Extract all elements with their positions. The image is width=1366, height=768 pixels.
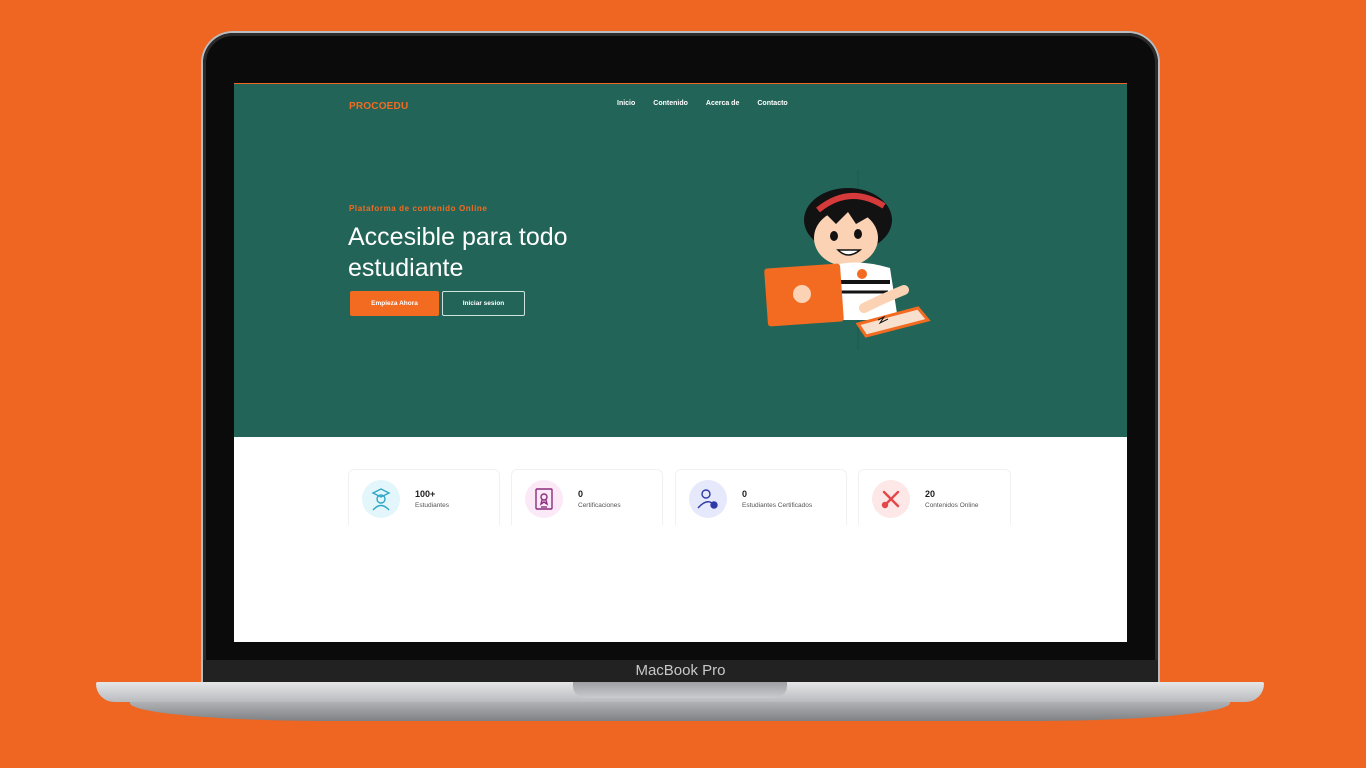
stat-label: Certificaciones bbox=[578, 502, 621, 509]
main-nav: Inicio Contenido Acerca de Contacto bbox=[617, 100, 806, 107]
stat-value: 100+ bbox=[415, 489, 436, 499]
stat-card-estudiantes-certificados: 0 Estudiantes Certificados bbox=[675, 469, 847, 525]
certificate-icon bbox=[525, 480, 563, 518]
screen: PROCOEDU Inicio Contenido Acerca de Cont… bbox=[234, 83, 1127, 642]
laptop-base-bottom bbox=[130, 701, 1230, 721]
nav-link-contacto[interactable]: Contacto bbox=[757, 100, 787, 107]
nav-link-inicio[interactable]: Inicio bbox=[617, 100, 635, 107]
site-logo[interactable]: PROCOEDU bbox=[349, 101, 408, 112]
graduate-icon bbox=[362, 480, 400, 518]
student-laptop-illustration bbox=[764, 170, 931, 350]
stat-card-contenidos: 20 Contenidos Online bbox=[858, 469, 1011, 525]
stat-value: 0 bbox=[578, 489, 584, 499]
stat-value: 20 bbox=[925, 489, 936, 499]
start-now-button[interactable]: Empieza Ahora bbox=[350, 291, 439, 316]
stat-value: 0 bbox=[742, 489, 748, 499]
laptop-notch bbox=[573, 682, 787, 698]
stat-label: Estudiantes bbox=[415, 502, 449, 509]
stat-label: Estudiantes Certificados bbox=[742, 502, 813, 509]
stat-card-certificaciones: 0 Certificaciones bbox=[511, 469, 663, 525]
certified-user-icon bbox=[689, 480, 727, 518]
login-button[interactable]: Iniciar sesion bbox=[442, 291, 525, 316]
hero-headline-line2: estudiante bbox=[348, 254, 464, 282]
laptop-brand-label: MacBook Pro bbox=[203, 660, 1158, 682]
stat-label: Contenidos Online bbox=[925, 502, 979, 509]
stats-section: 100+ Estudiantes 0 Certificaciones 0 Est… bbox=[348, 469, 1018, 529]
hero-section: PROCOEDU Inicio Contenido Acerca de Cont… bbox=[234, 83, 1127, 437]
nav-link-acerca[interactable]: Acerca de bbox=[706, 100, 739, 107]
hero-headline: Accesible para todo estudiante bbox=[348, 222, 628, 284]
nav-link-contenido[interactable]: Contenido bbox=[653, 100, 688, 107]
stat-card-estudiantes: 100+ Estudiantes bbox=[348, 469, 500, 525]
hero-kicker: Plataforma de contenido Online bbox=[349, 204, 488, 213]
hero-headline-line1: Accesible para todo bbox=[348, 223, 568, 251]
tools-icon bbox=[872, 480, 910, 518]
